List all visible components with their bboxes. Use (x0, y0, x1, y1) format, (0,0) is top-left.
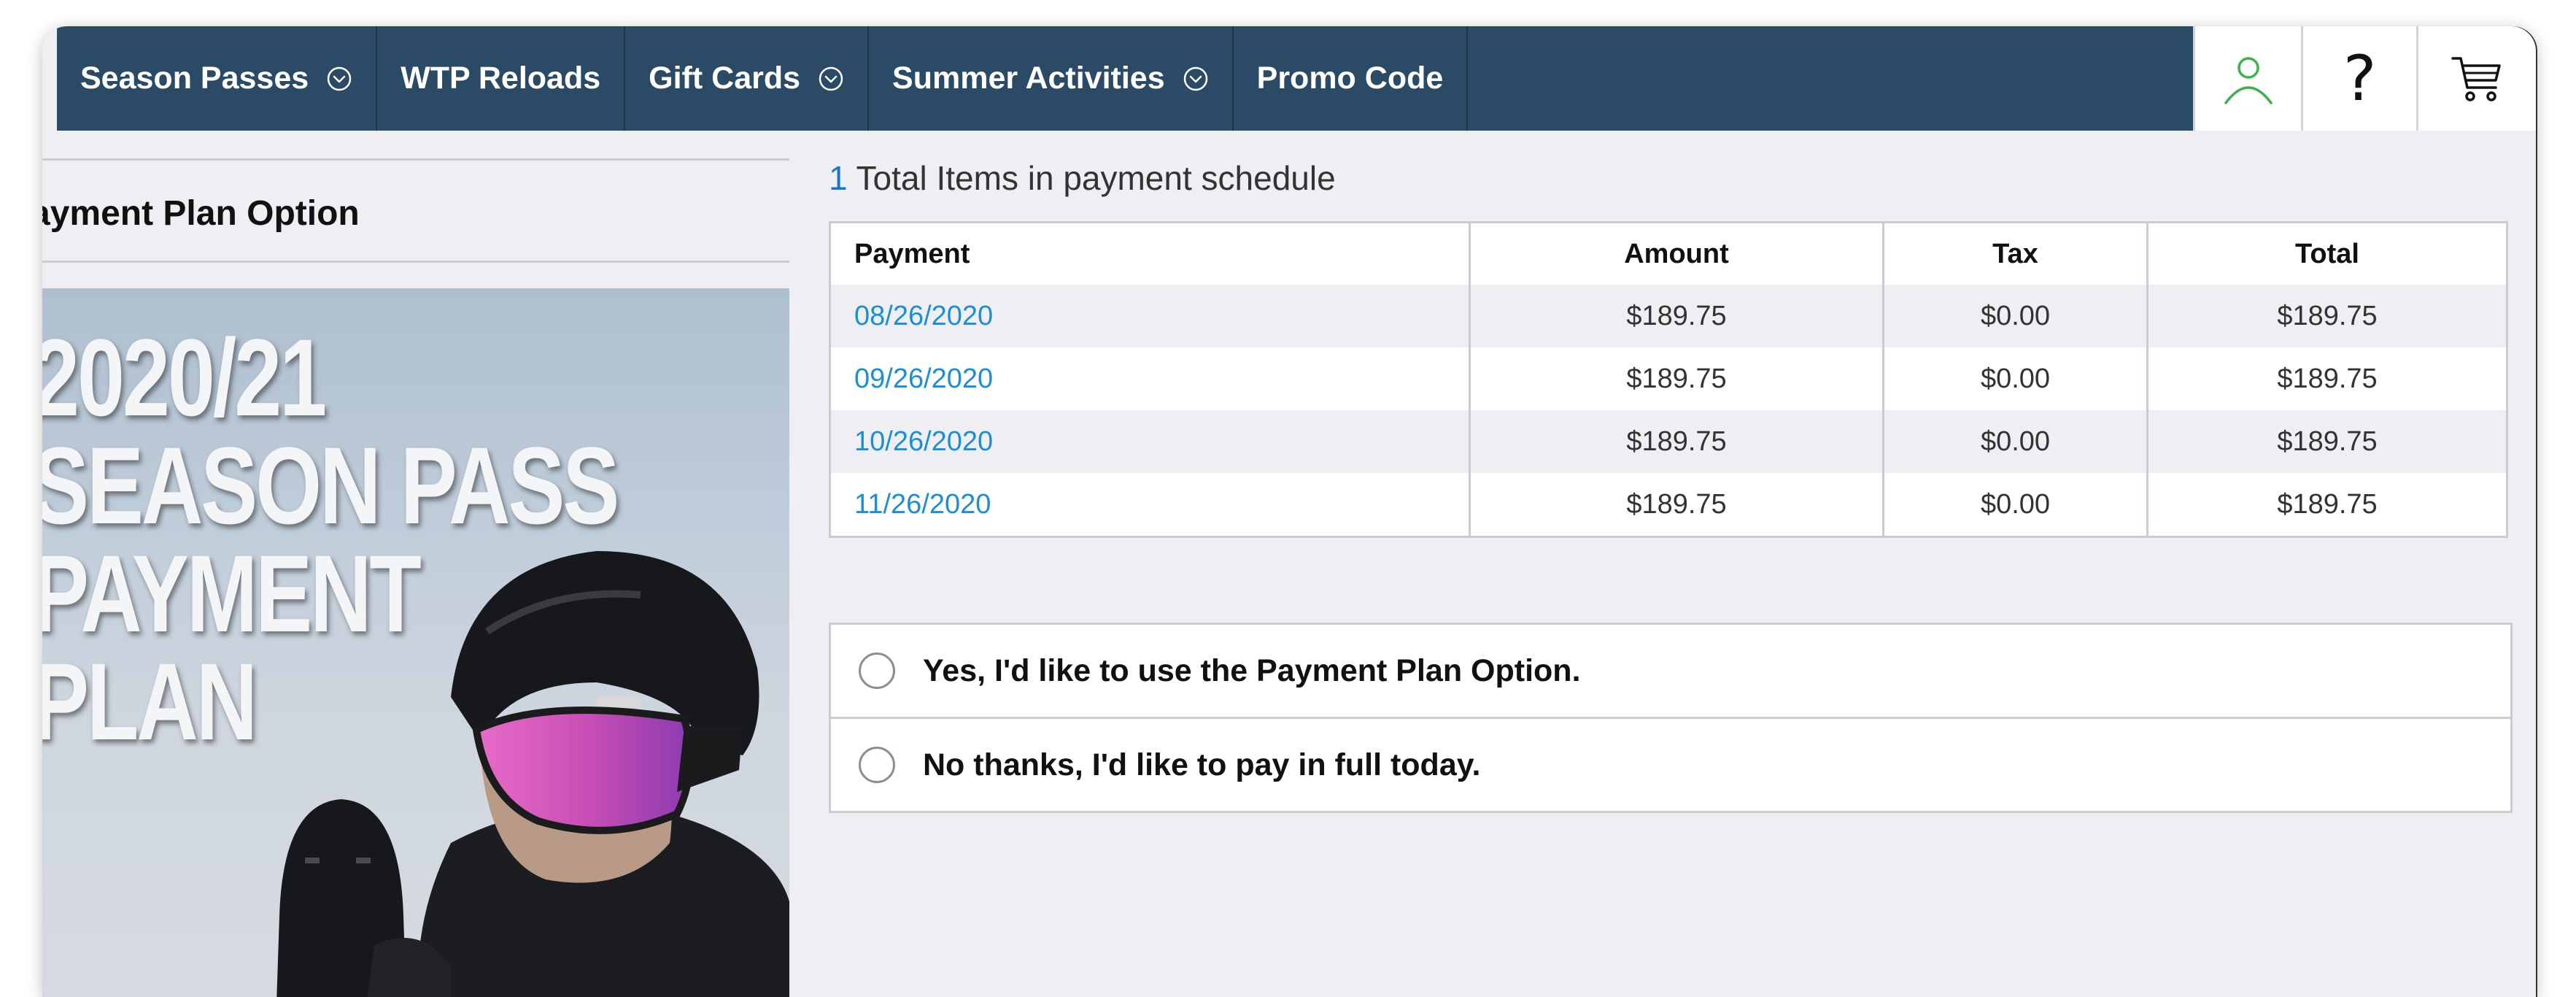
account-button[interactable] (2193, 26, 2301, 131)
payment-option-group: Yes, I'd like to use the Payment Plan Op… (829, 623, 2513, 813)
divider (42, 261, 789, 263)
total-cell: $189.75 (2147, 473, 2508, 537)
payment-plan-radio[interactable] (859, 653, 895, 689)
schedule-summary: 1 Total Items in payment schedule (829, 158, 1336, 198)
promo-line: PAYMENT (42, 532, 422, 655)
promo-heading: 2020/21 SEASON PASS PAYMENT PLAN (42, 316, 619, 763)
item-count: 1 (829, 159, 848, 197)
table-row: 09/26/2020 $189.75 $0.00 $189.75 (829, 347, 2508, 410)
payment-date-link[interactable]: 10/26/2020 (829, 410, 1471, 473)
column-header-total: Total (2147, 222, 2508, 285)
app-window: Season Passes WTP Reloads Gift Cards Sum… (42, 26, 2536, 997)
tax-cell: $0.00 (1883, 347, 2148, 410)
tax-cell: $0.00 (1883, 473, 2148, 537)
payment-date-link[interactable]: 08/26/2020 (829, 285, 1471, 347)
payment-date-link[interactable]: 11/26/2020 (829, 473, 1471, 537)
table-row: 11/26/2020 $189.75 $0.00 $189.75 (829, 473, 2508, 537)
chevron-down-icon (819, 66, 843, 91)
nav-item-promo-code[interactable]: Promo Code (1234, 26, 1469, 131)
chevron-down-icon (327, 66, 352, 91)
nav-item-summer-activities[interactable]: Summer Activities (869, 26, 1234, 131)
nav-item-gift-cards[interactable]: Gift Cards (625, 26, 870, 131)
summary-text: Total Items in payment schedule (856, 159, 1336, 197)
amount-cell: $189.75 (1469, 347, 1884, 410)
amount-cell: $189.75 (1469, 410, 1884, 473)
promo-line: SEASON PASS (42, 424, 619, 547)
nav-item-wtp-reloads[interactable]: WTP Reloads (377, 26, 626, 131)
promo-image: 2020/21 SEASON PASS PAYMENT PLAN (42, 288, 789, 997)
total-cell: $189.75 (2147, 285, 2508, 347)
top-nav: Season Passes WTP Reloads Gift Cards Sum… (57, 26, 2536, 131)
column-header-amount: Amount (1469, 222, 1884, 285)
nav-utilities: ? (2193, 26, 2536, 131)
nav-item-label: Promo Code (1256, 61, 1444, 96)
nav-item-label: Summer Activities (892, 61, 1165, 96)
option-label: No thanks, I'd like to pay in full today… (923, 747, 1481, 782)
help-button[interactable]: ? (2301, 26, 2416, 131)
divider (42, 158, 789, 161)
table-row: 10/26/2020 $189.75 $0.00 $189.75 (829, 410, 2508, 473)
nav-item-label: WTP Reloads (401, 61, 601, 96)
cart-button[interactable] (2416, 26, 2536, 131)
tax-cell: $0.00 (1883, 285, 2148, 347)
option-payment-plan[interactable]: Yes, I'd like to use the Payment Plan Op… (831, 625, 2510, 717)
payment-schedule-table: Payment Amount Tax Total 08/26/2020 $189… (829, 221, 2508, 538)
section-title: ayment Plan Option (42, 194, 360, 233)
cart-icon (2451, 56, 2501, 101)
table-row: 08/26/2020 $189.75 $0.00 $189.75 (829, 285, 2508, 347)
amount-cell: $189.75 (1469, 473, 1884, 537)
total-cell: $189.75 (2147, 347, 2508, 410)
nav-item-label: Gift Cards (649, 61, 801, 96)
tax-cell: $0.00 (1883, 410, 2148, 473)
payment-plan-panel: ayment Plan Option 2020/21 SEASON PASS P… (42, 158, 789, 997)
promo-line: PLAN (42, 640, 258, 763)
payment-date-link[interactable]: 09/26/2020 (829, 347, 1471, 410)
option-pay-in-full[interactable]: No thanks, I'd like to pay in full today… (831, 717, 2510, 811)
column-header-tax: Tax (1883, 222, 2148, 285)
promo-line: 2020/21 (42, 316, 327, 439)
table-header-row: Payment Amount Tax Total (829, 222, 2508, 285)
question-icon: ? (2343, 42, 2377, 115)
option-label: Yes, I'd like to use the Payment Plan Op… (923, 653, 1581, 688)
column-header-payment: Payment (829, 222, 1471, 285)
pay-in-full-radio[interactable] (859, 747, 895, 783)
chevron-down-icon (1183, 66, 1207, 91)
amount-cell: $189.75 (1469, 285, 1884, 347)
nav-item-label: Season Passes (80, 61, 309, 96)
total-cell: $189.75 (2147, 410, 2508, 473)
nav-item-season-passes[interactable]: Season Passes (57, 26, 378, 131)
user-icon (2224, 56, 2273, 104)
